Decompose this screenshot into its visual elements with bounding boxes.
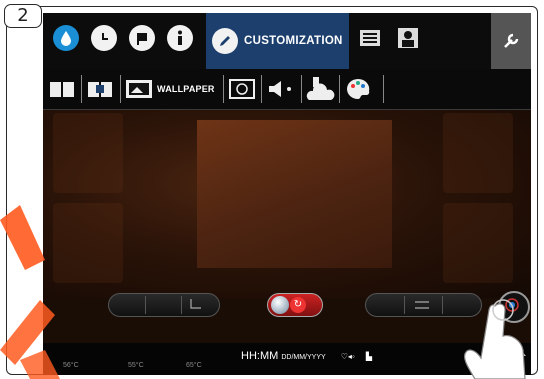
wallpaper-toggle[interactable]: ↻ [267,293,323,317]
divider [145,296,146,314]
user-icon[interactable] [395,25,421,51]
wallpaper-preview[interactable] [197,120,392,268]
status-time: HH:MM [241,350,279,362]
divider [261,75,262,103]
water-icon[interactable] [53,25,79,51]
temp-reading: 65°C [186,362,202,369]
wallpaper-label: WALLPAPER [157,84,215,94]
step-badge: 2 [4,4,42,28]
divider [301,75,302,103]
status-date: DD/MM/YYYY [281,354,326,361]
divider [81,75,82,103]
divider [339,75,340,103]
toggle-knob [271,296,289,314]
menu-tile [53,113,123,193]
book-icon[interactable] [49,77,75,101]
cup-icon: ▙ [365,352,372,361]
layout-selector[interactable] [108,293,220,317]
divider [223,75,224,103]
menu-tile [443,113,513,193]
top-navigation: CUSTOMIZATION [43,13,531,69]
volume-icon[interactable] [267,77,297,101]
divider [181,296,182,314]
menu-tile [53,203,123,283]
clock-icon[interactable] [91,25,117,51]
temp-reading: 56°C [63,362,79,369]
menu-tile [443,203,513,283]
heart-sound-icon: ♡◂◦ [340,352,355,361]
palette-icon[interactable] [345,77,371,101]
refresh-icon: ↻ [290,297,306,313]
lines-icon [415,301,429,309]
divider [442,296,443,314]
customization-tab[interactable]: CUSTOMIZATION [206,13,349,69]
screensaver-icon[interactable] [229,77,255,101]
divider [383,75,384,103]
flag-icon[interactable] [129,25,155,51]
temp-reading: 55°C [128,362,144,369]
wallpaper-icon[interactable]: WALLPAPER [125,77,215,101]
customization-label: CUSTOMIZATION [244,35,343,47]
usb-cloud-icon[interactable] [305,77,335,101]
pencil-icon [212,28,238,54]
info-icon[interactable] [167,25,193,51]
hand-pointer-icon [463,299,526,379]
divider [404,296,405,314]
wrench-icon[interactable] [491,13,531,69]
highlight-arrow [0,205,60,379]
customization-subnav: WALLPAPER [43,69,531,110]
book-open-icon[interactable] [87,77,113,101]
cards-icon[interactable] [357,25,383,51]
divider [120,75,121,103]
corner-icon [190,299,201,309]
status-clock: HH:MM DD/MM/YYYY ♡◂◦ ▙ [241,350,372,362]
